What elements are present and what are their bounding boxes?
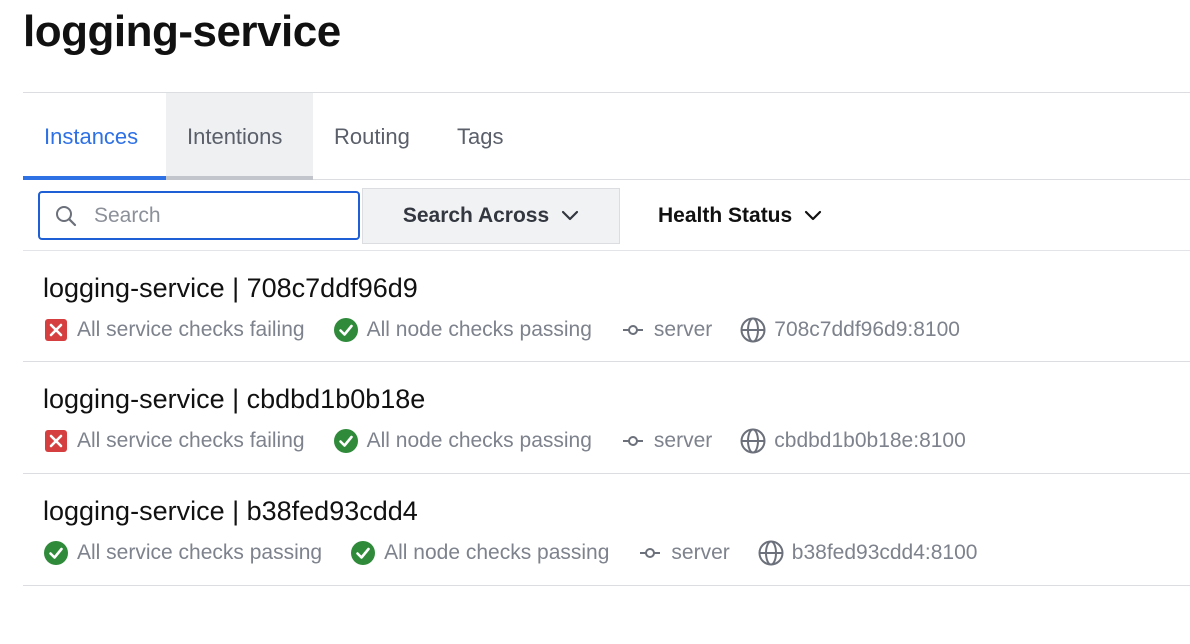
node-name: server [637,540,730,566]
globe-icon [740,317,766,343]
search-across-dropdown[interactable]: Search Across [362,188,620,244]
health-status-label: Health Status [658,204,793,227]
search-field[interactable] [38,191,360,240]
x-square-icon [43,317,69,343]
node-checks-text: All node checks passing [384,541,610,564]
node-name: server [620,428,712,454]
instance-meta: All service checks passing All node chec… [43,538,1005,568]
node-name: server [620,317,712,343]
instance-row[interactable]: logging-service | cbdbd1b0b18e All servi… [23,362,1190,474]
address-text: cbdbd1b0b18e:8100 [774,429,966,452]
search-input[interactable] [92,202,336,229]
chevron-down-icon [804,210,822,222]
instance-row[interactable]: logging-service | b38fed93cdd4 All servi… [23,474,1190,586]
search-across-label: Search Across [402,204,550,227]
instance-address: 708c7ddf96d9:8100 [740,317,960,343]
instance-title[interactable]: logging-service | cbdbd1b0b18e [43,382,425,416]
instance-row[interactable]: logging-service | 708c7ddf96d9 All servi… [23,251,1190,362]
instance-address: cbdbd1b0b18e:8100 [740,428,966,454]
instance-meta: All service checks failing All node chec… [43,426,994,456]
x-square-icon [43,428,69,454]
node-checks-text: All node checks passing [366,429,592,452]
check-circle-icon [333,317,359,343]
address-text: b38fed93cdd4:8100 [791,541,978,564]
address-text: 708c7ddf96d9:8100 [774,318,960,341]
node-checks-status: All node checks passing [333,428,592,454]
tab-intentions[interactable]: Intentions [166,93,313,180]
node-icon [620,317,646,343]
health-status-dropdown[interactable]: Health Status [658,188,822,244]
node-name-text: server [671,541,730,564]
service-checks-text: All service checks failing [77,429,305,452]
service-checks-status: All service checks failing [43,317,305,343]
check-circle-icon [350,540,376,566]
tab-instances[interactable]: Instances [23,93,166,180]
node-checks-text: All node checks passing [366,318,592,341]
search-icon [54,204,78,228]
instance-title[interactable]: logging-service | 708c7ddf96d9 [43,271,418,305]
node-checks-status: All node checks passing [350,540,609,566]
chevron-down-icon [561,210,579,222]
tab-bar: Instances Intentions Routing Tags [23,92,1190,180]
check-circle-icon [43,540,69,566]
instance-meta: All service checks failing All node chec… [43,315,988,345]
instance-list: logging-service | 708c7ddf96d9 All servi… [23,251,1190,586]
node-icon [620,428,646,454]
tab-routing[interactable]: Routing [313,93,431,180]
instance-title[interactable]: logging-service | b38fed93cdd4 [43,494,418,528]
node-name-text: server [653,429,713,452]
node-checks-status: All node checks passing [333,317,592,343]
service-checks-text: All service checks failing [77,318,305,341]
check-circle-icon [333,428,359,454]
globe-icon [758,540,784,566]
tab-tags[interactable]: Tags [436,93,524,180]
service-checks-status: All service checks failing [43,428,305,454]
service-checks-text: All service checks passing [77,541,323,564]
node-icon [637,540,663,566]
globe-icon [740,428,766,454]
service-checks-status: All service checks passing [43,540,322,566]
page: logging-service Instances Intentions Rou… [0,0,1190,644]
instance-address: b38fed93cdd4:8100 [758,540,978,566]
page-title: logging-service [23,7,341,56]
filter-toolbar: Search Across Health Status [36,188,1190,244]
node-name-text: server [653,318,713,341]
